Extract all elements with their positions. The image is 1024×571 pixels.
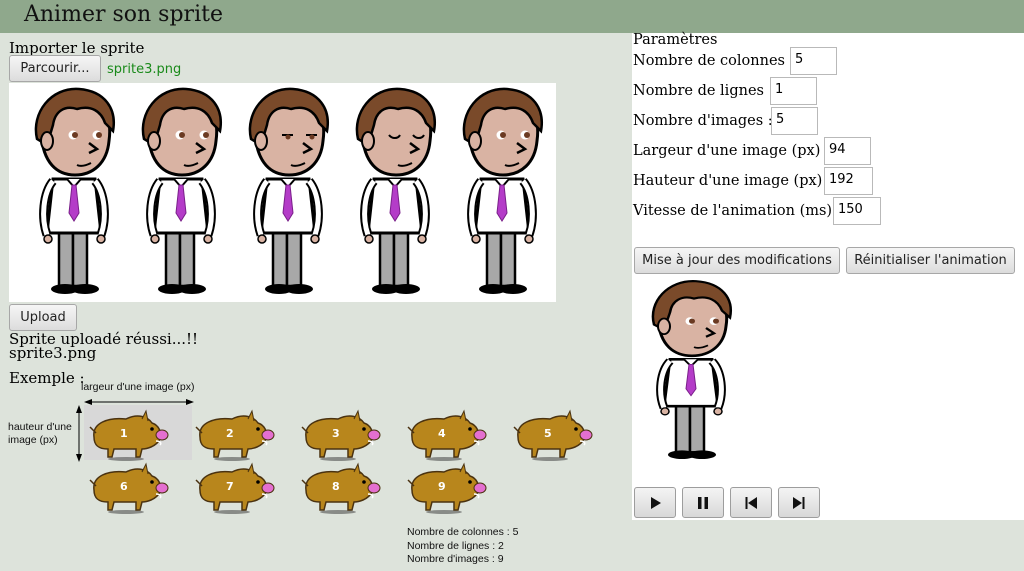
svg-text:6: 6	[120, 480, 128, 493]
animation-preview	[634, 276, 740, 466]
example-caption-rows: Nombre de lignes : 2	[407, 540, 504, 552]
play-button[interactable]	[634, 487, 676, 518]
next-frame-icon	[793, 496, 805, 509]
pause-button[interactable]	[682, 487, 724, 518]
example-frame-9: 9	[404, 460, 488, 515]
sprite-frame-2	[124, 83, 230, 302]
animation-speed-label: Vitesse de l'animation (ms) :	[633, 203, 842, 219]
svg-text:9: 9	[438, 480, 446, 493]
previous-frame-icon	[745, 496, 757, 509]
play-icon	[651, 496, 661, 509]
example-frame-6: 6	[86, 460, 170, 515]
svg-text:5: 5	[544, 427, 552, 440]
sprite-frame-1	[17, 83, 123, 302]
update-settings-button[interactable]: Mise à jour des modifications	[634, 247, 840, 274]
svg-text:7: 7	[226, 480, 234, 493]
next-frame-button[interactable]	[778, 487, 820, 518]
svg-text:8: 8	[332, 480, 340, 493]
sprite-frame-5	[445, 83, 551, 302]
app-title: Animer son sprite	[24, 2, 223, 27]
example-diagram: largeur d'une image (px) hauteur d'une i…	[0, 380, 630, 571]
animation-speed-input[interactable]: 150	[833, 197, 881, 225]
reset-animation-button[interactable]: Réinitialiser l'animation	[846, 247, 1015, 274]
uploaded-file-name: sprite3.png	[9, 344, 97, 362]
frame-height-input[interactable]: 192	[824, 167, 873, 195]
rows-input[interactable]: 1	[770, 77, 817, 105]
example-frame-4: 4	[404, 407, 488, 462]
svg-text:1: 1	[120, 427, 128, 440]
parameters-heading: Paramètres	[633, 32, 718, 48]
example-frame-5: 5	[510, 407, 594, 462]
example-frame-8: 8	[298, 460, 382, 515]
example-height-label-line2: image (px)	[8, 434, 58, 446]
example-frame-2: 2	[192, 407, 276, 462]
example-frame-7: 7	[192, 460, 276, 515]
selected-file-name: sprite3.png	[107, 62, 182, 77]
pause-icon	[698, 496, 708, 509]
sprite-frame-4	[338, 83, 444, 302]
example-caption-images: Nombre d'images : 9	[407, 553, 504, 565]
rows-label: Nombre de lignes :	[633, 83, 774, 99]
browse-button[interactable]: Parcourir...	[9, 55, 101, 82]
example-frame-1: 1	[86, 407, 170, 462]
example-frame-3: 3	[298, 407, 382, 462]
parameters-panel: Paramètres Nombre de colonnes : 5 Nombre…	[632, 32, 1024, 520]
svg-text:3: 3	[332, 427, 340, 440]
sprite-frame-3	[231, 83, 337, 302]
upload-button[interactable]: Upload	[9, 304, 77, 331]
columns-label: Nombre de colonnes :	[633, 53, 795, 69]
app-header: Animer son sprite	[0, 0, 1024, 33]
example-height-label-line1: hauteur d'une	[8, 421, 72, 433]
images-count-input[interactable]: 5	[771, 107, 818, 135]
svg-text:2: 2	[226, 427, 234, 440]
frame-width-label: Largeur d'une image (px) :	[633, 143, 830, 159]
columns-input[interactable]: 5	[790, 47, 837, 75]
images-count-label: Nombre d'images :	[633, 113, 773, 129]
frame-height-label: Hauteur d'une image (px) :	[633, 173, 832, 189]
frame-width-input[interactable]: 94	[824, 137, 871, 165]
previous-frame-button[interactable]	[730, 487, 772, 518]
svg-text:4: 4	[438, 427, 446, 440]
example-caption-columns: Nombre de colonnes : 5	[407, 526, 519, 538]
sprite-sheet-preview	[9, 83, 556, 302]
